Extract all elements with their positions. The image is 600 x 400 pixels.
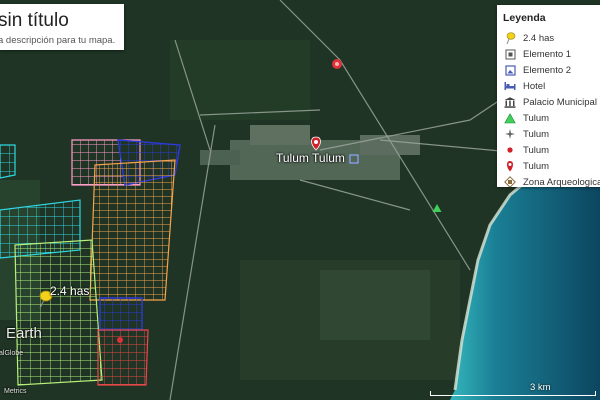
legend-title: Leyenda bbox=[503, 12, 546, 24]
red-dot-icon bbox=[503, 143, 517, 157]
square-box-icon bbox=[503, 47, 517, 61]
legend-item-label: Tulum bbox=[523, 160, 550, 172]
legend-item[interactable]: 2.4 has bbox=[503, 31, 554, 45]
columns-building-icon bbox=[503, 95, 517, 109]
ruins-icon bbox=[503, 175, 517, 187]
map-title-panel[interactable]: sin título a descripción para tu mapa. bbox=[0, 4, 124, 50]
forest-patch bbox=[170, 40, 310, 120]
photo-frame-icon bbox=[503, 63, 517, 77]
legend-item[interactable]: Tulum bbox=[503, 159, 549, 173]
parcel-blue-south bbox=[99, 297, 143, 331]
pushpin-icon bbox=[503, 31, 517, 45]
legend-item-label: Palacio Municipal d bbox=[523, 96, 600, 108]
imagery-credit: alGlobe bbox=[0, 350, 24, 357]
legend-item[interactable]: Hotel bbox=[503, 79, 545, 93]
hotel-bed-icon bbox=[503, 79, 517, 93]
triangle-icon bbox=[503, 111, 517, 125]
parcel-cyan-north bbox=[0, 144, 16, 179]
legend-item[interactable]: Elemento 1 bbox=[503, 47, 571, 61]
legend-item-label: Elemento 2 bbox=[523, 64, 572, 76]
legend-item[interactable]: Tulum bbox=[503, 111, 549, 125]
red-dot-icon[interactable] bbox=[117, 337, 123, 343]
legend-item[interactable]: Elemento 2 bbox=[503, 63, 571, 77]
scale-bar: 3 km bbox=[430, 382, 596, 396]
legend-item[interactable]: Tulum bbox=[503, 127, 549, 141]
legend-item[interactable]: Palacio Municipal d bbox=[503, 95, 600, 109]
parcel-green bbox=[14, 239, 103, 386]
legend-item-label: Elemento 1 bbox=[523, 48, 572, 60]
parcel-orange bbox=[89, 159, 176, 301]
place-label-tulum: Tulum Tulum bbox=[276, 151, 345, 165]
scale-label: 3 km bbox=[530, 382, 551, 393]
pushpin-label: 2.4 has bbox=[50, 284, 90, 298]
forest-patch bbox=[320, 270, 430, 340]
legend-item-label: Hotel bbox=[523, 80, 546, 92]
legend-item-label: Tulum bbox=[523, 144, 550, 156]
legend-item[interactable]: Zona Arqueologica bbox=[503, 175, 600, 187]
legend-item-label: Zona Arqueologica bbox=[523, 176, 600, 188]
legend-item-label: Tulum bbox=[523, 128, 550, 140]
imagery-credit-bottom: Metrics bbox=[4, 388, 27, 395]
legend-item-label: 2.4 has bbox=[523, 32, 555, 44]
legend-item-label: Tulum bbox=[523, 112, 550, 124]
parcel-red bbox=[97, 329, 149, 386]
watermark-earth: Earth bbox=[6, 325, 42, 342]
legend-panel: Leyenda 2.4 has Elemento 1 Elemento 2 Ho… bbox=[497, 5, 600, 187]
red-pin-icon bbox=[503, 159, 517, 173]
map-description[interactable]: a descripción para tu mapa. bbox=[0, 35, 115, 46]
windmill-icon bbox=[503, 127, 517, 141]
legend-item[interactable]: Tulum bbox=[503, 143, 549, 157]
scale-bar-line bbox=[430, 391, 596, 396]
red-dot-icon[interactable] bbox=[332, 59, 342, 69]
map-title[interactable]: sin título bbox=[0, 10, 69, 32]
